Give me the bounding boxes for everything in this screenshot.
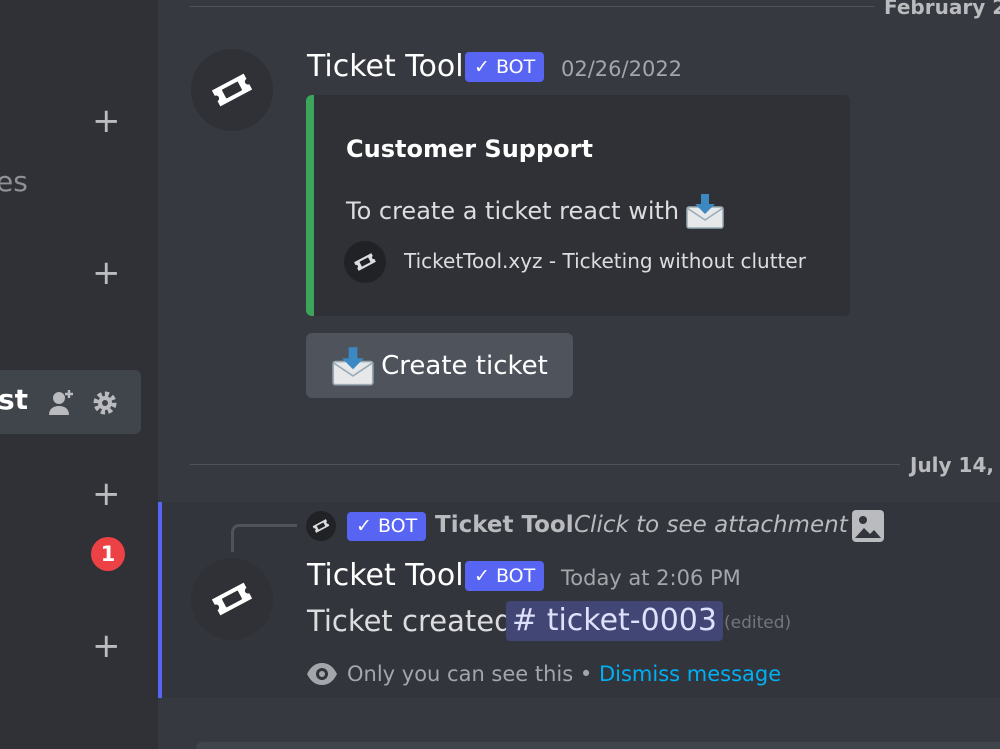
message-timestamp: 02/26/2022	[561, 57, 683, 81]
bot-tag-label: BOT	[495, 56, 536, 78]
date-divider-label: February 2(	[874, 0, 1000, 19]
invite-user-icon[interactable]	[47, 388, 77, 418]
embed-description-text: To create a ticket react with	[346, 197, 680, 225]
message-timestamp: Today at 2:06 PM	[561, 566, 741, 590]
bot-tag: ✓ BOT	[465, 561, 545, 591]
ticket-icon	[211, 582, 253, 616]
date-divider	[190, 464, 1000, 465]
embed-description: To create a ticket react with	[346, 192, 725, 230]
date-divider-label: July 14, 2	[900, 453, 1000, 477]
create-ticket-label: Create ticket	[381, 350, 548, 381]
embed-title: Customer Support	[346, 135, 593, 163]
channel-sidebar: + es + st + 1 +	[0, 0, 158, 749]
image-icon[interactable]	[851, 509, 885, 543]
reply-author[interactable]: Ticket Tool	[435, 512, 574, 538]
ticket-icon	[312, 519, 330, 533]
ephemeral-note-text: Only you can see this •	[347, 662, 593, 686]
channel-mention-name: ticket-0003	[546, 603, 717, 638]
channel-mention[interactable]: # ticket-0003	[506, 601, 723, 641]
active-channel-item[interactable]: st	[0, 370, 141, 434]
message-author[interactable]: Ticket Tool	[307, 49, 464, 84]
create-ticket-button[interactable]: Create ticket	[306, 333, 573, 398]
ticket-icon	[354, 253, 376, 271]
dismiss-message-link[interactable]: Dismiss message	[599, 662, 781, 686]
next-message-edge	[196, 742, 1000, 749]
gear-icon[interactable]	[90, 388, 120, 418]
add-channel-icon[interactable]: +	[92, 477, 121, 511]
reply-spine	[231, 524, 297, 552]
ephemeral-note: Only you can see this • Dismiss message	[347, 662, 781, 686]
bot-avatar[interactable]	[191, 558, 273, 640]
embed-footer-icon	[344, 241, 386, 283]
envelope-with-arrow-icon	[686, 194, 724, 229]
reply-bot-tag-label: BOT	[377, 515, 418, 537]
bot-avatar[interactable]	[191, 49, 273, 131]
active-channel-label: st	[0, 383, 29, 416]
bot-tag: ✓ BOT	[465, 52, 545, 82]
message-content: Ticket created	[307, 604, 513, 638]
bot-tag-label: BOT	[495, 565, 536, 587]
edited-indicator: (edited)	[724, 613, 792, 633]
reply-bot-tag: ✓ BOT	[347, 512, 427, 541]
eye-icon	[307, 663, 337, 685]
unread-mention-badge: 1	[91, 537, 125, 571]
add-channel-icon[interactable]: +	[92, 104, 121, 138]
message-embed: Customer Support To create a ticket reac…	[306, 95, 850, 316]
category-label-partial[interactable]: es	[0, 165, 28, 198]
message-author[interactable]: Ticket Tool	[307, 558, 464, 593]
add-channel-icon[interactable]: +	[92, 256, 121, 290]
reply-preview-text[interactable]: Click to see attachment	[574, 512, 848, 538]
reply-avatar[interactable]	[306, 511, 336, 541]
add-channel-icon[interactable]: +	[92, 629, 121, 663]
ticket-icon	[211, 73, 253, 107]
envelope-with-arrow-icon	[332, 346, 374, 386]
embed-footer-text: TicketTool.xyz - Ticketing without clutt…	[404, 249, 806, 273]
